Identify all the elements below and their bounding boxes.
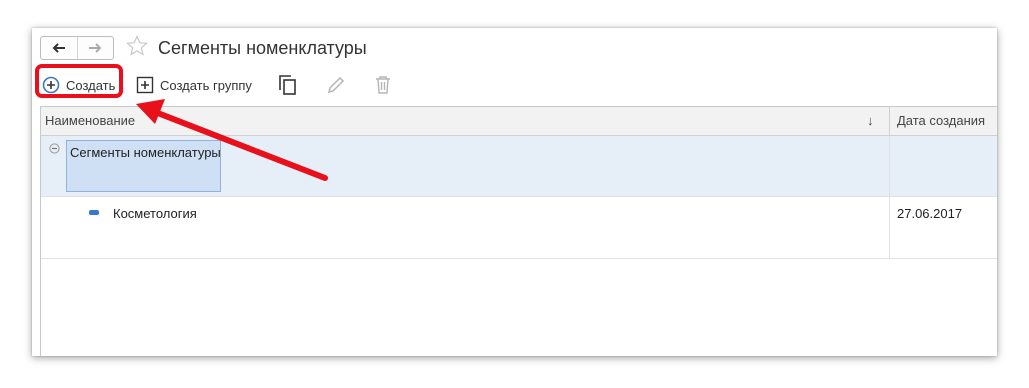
- back-button[interactable]: [41, 37, 77, 59]
- table-row[interactable]: Косметология 27.06.2017: [41, 197, 997, 259]
- column-divider: [889, 136, 890, 196]
- forward-arrow-icon: [89, 43, 102, 53]
- column-divider: [889, 197, 890, 258]
- edit-pencil-icon: [327, 76, 345, 94]
- list-table: Наименование ↓ Дата создания Сегменты но…: [40, 106, 997, 356]
- table-row[interactable]: Сегменты номенклатуры: [41, 136, 997, 197]
- column-header-date[interactable]: Дата создания: [897, 107, 985, 135]
- copy-icon: [279, 75, 296, 95]
- list-window: Сегменты номенклатуры Создать Создать гр…: [32, 28, 997, 356]
- page-title: Сегменты номенклатуры: [158, 38, 367, 58]
- collapse-icon[interactable]: [49, 143, 60, 154]
- row-name: Сегменты номенклатуры: [70, 145, 221, 160]
- column-header-name[interactable]: Наименование: [45, 107, 135, 135]
- edit-button[interactable]: [326, 72, 346, 98]
- create-button-highlight: [35, 64, 123, 98]
- forward-button[interactable]: [76, 37, 114, 59]
- back-arrow-icon: [52, 43, 65, 53]
- add-square-icon: [136, 76, 154, 94]
- item-icon: [89, 210, 99, 215]
- favorite-star-icon[interactable]: [125, 34, 149, 58]
- create-group-button[interactable]: Создать группу: [136, 72, 252, 98]
- table-header: Наименование ↓ Дата создания: [41, 107, 997, 136]
- row-name: Косметология: [113, 206, 197, 221]
- sort-indicator-icon: ↓: [867, 113, 874, 128]
- column-divider[interactable]: [889, 107, 890, 135]
- create-group-label: Создать группу: [160, 77, 252, 93]
- navigation-buttons: [40, 36, 114, 60]
- delete-button[interactable]: [374, 72, 392, 98]
- delete-trash-icon: [376, 76, 390, 94]
- copy-button[interactable]: [278, 72, 298, 98]
- row-date: 27.06.2017: [897, 206, 963, 221]
- toolbar: Создать Создать группу: [32, 70, 997, 100]
